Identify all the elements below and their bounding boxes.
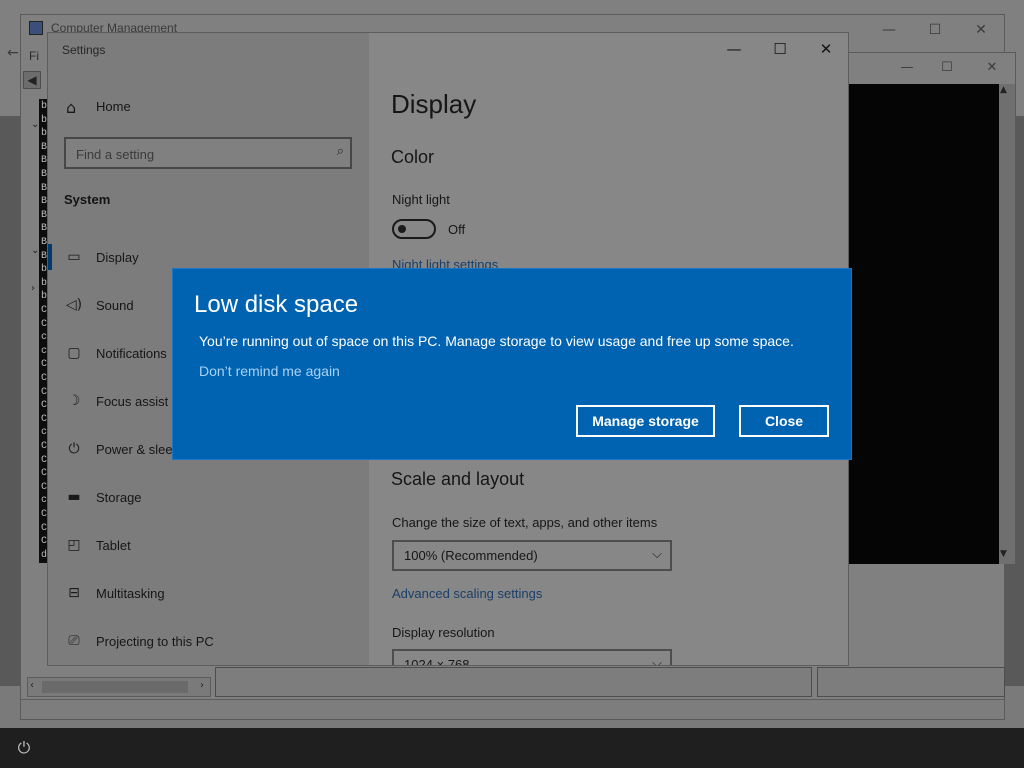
find-setting-input[interactable]: [76, 145, 316, 163]
resolution-label: Display resolution: [392, 625, 495, 640]
toolbar-back-icon[interactable]: ◀: [23, 71, 41, 89]
back-arrow-icon[interactable]: ←: [7, 45, 19, 61]
scrollbar-thumb[interactable]: [42, 681, 188, 693]
console-scrollbar[interactable]: [999, 84, 1015, 564]
nav-item-multitasking[interactable]: ⊟ Multitasking: [48, 575, 369, 615]
settings-maximize-button[interactable]: ☐: [757, 33, 803, 65]
dont-remind-link[interactable]: Don’t remind me again: [199, 363, 340, 379]
page-title: Display: [391, 89, 477, 119]
taskbar: [0, 728, 1024, 768]
nav-item-label: Sound: [96, 298, 134, 313]
home-link[interactable]: Home: [96, 99, 131, 114]
home-icon[interactable]: ⌂: [66, 98, 76, 117]
cm-menu-file[interactable]: Fi: [29, 49, 39, 63]
search-icon[interactable]: ⌕: [337, 144, 344, 159]
cm-maximize-button[interactable]: ☐: [912, 17, 958, 43]
cm-horizontal-scrollbar[interactable]: ‹ ›: [27, 677, 211, 697]
multitasking-icon: ⊟: [68, 585, 80, 601]
tablet-icon: ◰: [67, 537, 81, 553]
night-light-toggle[interactable]: [392, 219, 436, 239]
scale-heading: Scale and layout: [391, 469, 525, 489]
nav-item-label: Storage: [96, 490, 142, 505]
nav-item-label: Power & slee: [96, 442, 173, 457]
advanced-scaling-link[interactable]: Advanced scaling settings: [392, 586, 542, 601]
cm-bottom-panel: [215, 667, 812, 697]
nav-item-label: Tablet: [96, 538, 131, 553]
console-output: [849, 84, 999, 564]
desktop-strip-left: [0, 116, 20, 686]
chevron-down-icon[interactable]: ⌄: [31, 245, 39, 256]
console-close-button[interactable]: ✕: [972, 55, 1012, 79]
console-maximize-button[interactable]: ☐: [927, 55, 967, 79]
chevron-down-icon: ⌵: [652, 655, 662, 666]
dialog-title: Low disk space: [194, 291, 359, 318]
storage-icon: ▬: [67, 489, 81, 505]
chevron-right-icon[interactable]: ›: [31, 283, 35, 294]
settings-search-box[interactable]: ⌕: [64, 137, 352, 169]
scroll-right-icon[interactable]: ›: [200, 680, 204, 691]
settings-minimize-button[interactable]: —: [711, 33, 757, 65]
scroll-down-icon[interactable]: ▼: [1000, 549, 1007, 559]
chevron-down-icon[interactable]: ⌄: [31, 119, 39, 130]
scroll-left-icon[interactable]: ‹: [30, 680, 34, 691]
cm-minimize-button[interactable]: —: [866, 17, 912, 43]
scale-description: Change the size of text, apps, and other…: [392, 515, 658, 530]
nav-item-projecting[interactable]: ⎚ Projecting to this PC: [48, 623, 369, 663]
scroll-up-icon[interactable]: ▲: [1000, 85, 1007, 95]
toggle-knob: [398, 225, 406, 233]
chevron-down-icon: ⌵: [652, 546, 662, 561]
nav-item-tablet[interactable]: ◰ Tablet: [48, 527, 369, 567]
manage-storage-button[interactable]: Manage storage: [576, 405, 715, 437]
resolution-selected-value: 1024 × 768: [404, 657, 470, 666]
close-button[interactable]: Close: [739, 405, 829, 437]
cm-bottom-panel-right: [817, 667, 1005, 697]
scale-dropdown[interactable]: 100% (Recommended) ⌵: [392, 540, 672, 571]
sound-icon: ◁): [65, 297, 83, 313]
night-light-label: Night light: [392, 192, 450, 207]
scale-selected-value: 100% (Recommended): [404, 548, 538, 563]
settings-window-title: Settings: [62, 43, 106, 57]
dialog-message: You’re running out of space on this PC. …: [199, 333, 794, 349]
low-disk-space-dialog: Low disk space You’re running out of spa…: [172, 268, 852, 460]
nav-item-label: Notifications: [96, 346, 167, 361]
nav-item-storage[interactable]: ▬ Storage: [48, 479, 369, 519]
console-minimize-button[interactable]: —: [887, 55, 927, 79]
console-titlebar: — ☐ ✕: [829, 53, 1015, 81]
color-heading: Color: [391, 147, 435, 167]
nav-item-label: Projecting to this PC: [96, 634, 214, 649]
computer-management-icon: [29, 21, 43, 35]
console-window: — ☐ ✕ ▲ ▼: [828, 52, 1016, 564]
nav-item-label: Focus assist: [96, 394, 169, 409]
settings-close-button[interactable]: ✕: [803, 33, 848, 65]
cm-close-button[interactable]: ✕: [958, 17, 1004, 43]
nav-item-label: Display: [96, 250, 139, 265]
power-icon[interactable]: ⏻: [10, 734, 38, 762]
focus-assist-icon: ☽: [67, 393, 81, 409]
night-light-state: Off: [448, 222, 466, 237]
projecting-icon: ⎚: [68, 633, 80, 649]
notifications-icon: ▢: [67, 345, 81, 361]
display-icon: ▭: [67, 249, 81, 265]
nav-item-label: Multitasking: [96, 586, 165, 601]
section-heading: System: [64, 192, 111, 207]
resolution-dropdown[interactable]: 1024 × 768 ⌵: [392, 649, 672, 666]
cm-status-bar: [21, 699, 1004, 719]
power-icon: ⏻: [68, 441, 80, 457]
